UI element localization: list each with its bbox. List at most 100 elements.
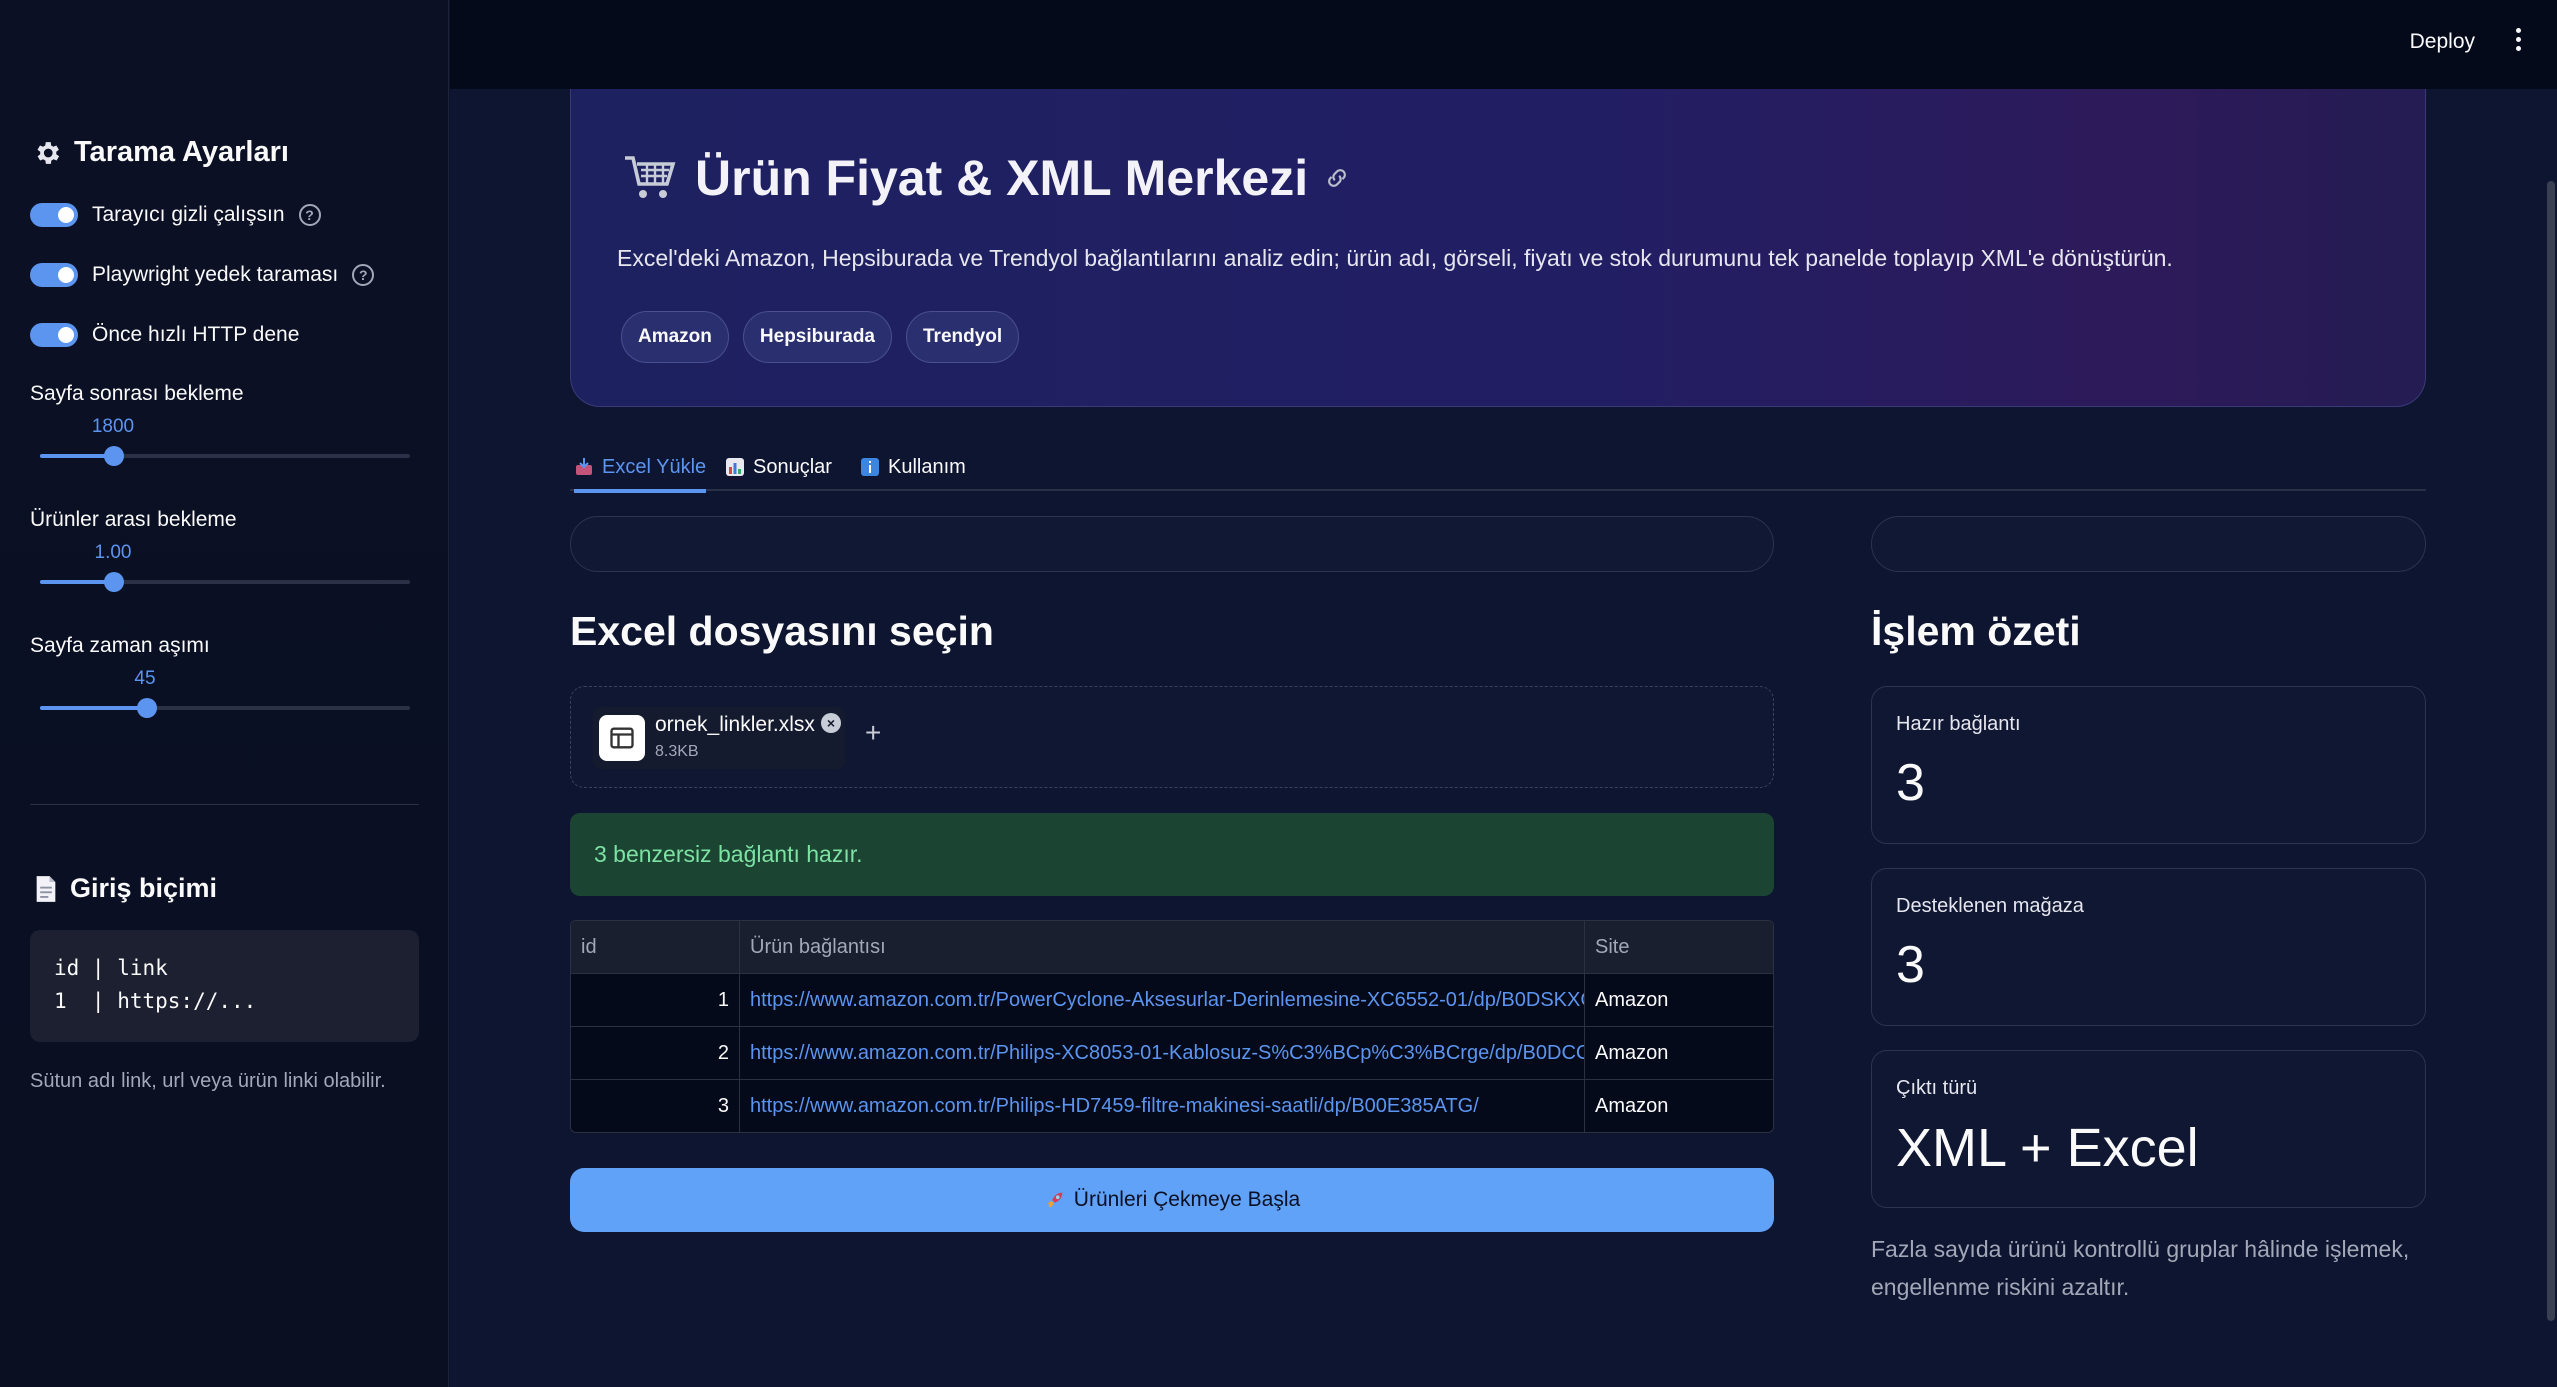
left-placeholder-box: [570, 516, 1774, 572]
format-title-text: Giriş biçimi: [70, 873, 218, 903]
table-row: 2 https://www.amazon.com.tr/Philips-XC80…: [571, 1027, 1773, 1080]
slider-value: 1.00: [94, 542, 132, 563]
store-chips: Amazon Hepsiburada Trendyol: [621, 311, 1020, 363]
toggle-http-first[interactable]: Önce hızlı HTTP dene: [30, 323, 299, 347]
slider-track[interactable]: [40, 446, 410, 466]
slider-thumb[interactable]: [137, 698, 158, 718]
tab-results[interactable]: Sonuçlar: [725, 445, 832, 489]
slider-thumb[interactable]: [104, 572, 124, 592]
cell-id[interactable]: 2: [571, 1027, 740, 1080]
format-note: Sütun adı link, url veya ürün linki olab…: [30, 1070, 386, 1092]
slider-value: 1800: [91, 416, 135, 437]
cell-site[interactable]: Amazon: [1585, 1080, 1773, 1132]
toggle-switch[interactable]: [30, 323, 78, 347]
tab-label: Kullanım: [888, 455, 966, 478]
hero-banner: Ürün Fiyat & XML Merkezi Excel'deki Amaz…: [570, 89, 2426, 407]
slider-thumb[interactable]: [104, 446, 124, 466]
cell-id[interactable]: 3: [571, 1080, 740, 1132]
info-icon: [861, 458, 879, 476]
help-icon[interactable]: ?: [298, 204, 321, 226]
sidebar-divider: [30, 804, 419, 805]
cell-id[interactable]: 1: [571, 974, 740, 1027]
main-menu-icon[interactable]: [2516, 28, 2521, 51]
gear-icon: [37, 141, 60, 164]
slider-value: 45: [134, 668, 156, 689]
cell-link[interactable]: https://www.amazon.com.tr/PowerCyclone-A…: [740, 974, 1585, 1027]
slider-track[interactable]: [40, 698, 410, 718]
page-title: Ürün Fiyat & XML Merkezi: [623, 149, 1350, 207]
start-button-label: Ürünleri Çekmeye Başla: [1073, 1188, 1301, 1211]
slider-fill: [40, 580, 114, 584]
slider-track[interactable]: [40, 572, 410, 592]
tab-label: Sonuçlar: [753, 455, 832, 478]
remove-file-icon[interactable]: ×: [821, 713, 841, 733]
tab-excel-upload[interactable]: Excel Yükle: [574, 445, 707, 493]
slider-label: Sayfa sonrası bekleme: [30, 382, 244, 405]
slider-fill: [40, 454, 114, 458]
sidebar: Tarama Ayarları Tarayıcı gizli çalışsın …: [0, 0, 449, 1387]
stat-value: 3: [1896, 936, 1925, 994]
spreadsheet-icon: [599, 715, 645, 761]
top-bar: Deploy: [450, 0, 2557, 89]
uploaded-file: ornek_linkler.xlsx 8.3KB ×: [593, 707, 845, 769]
slider-page-wait: Sayfa sonrası bekleme 1800: [30, 382, 410, 466]
format-title: Giriş biçimi: [34, 873, 217, 904]
column-header-id[interactable]: id: [571, 921, 740, 974]
table-header: id Ürün bağlantısı Site: [571, 921, 1773, 974]
format-code-block: id | link 1 | https://...: [30, 930, 419, 1042]
chip-hepsiburada: Hepsiburada: [742, 311, 892, 363]
chip-amazon: Amazon: [621, 311, 729, 363]
scrollbar[interactable]: [2547, 181, 2555, 1321]
chip-trendyol: Trendyol: [906, 311, 1020, 363]
cell-site[interactable]: Amazon: [1585, 1027, 1773, 1080]
stat-label: Desteklenen mağaza: [1896, 895, 2084, 917]
stat-card-supported-stores: Desteklenen mağaza 3: [1871, 868, 2426, 1026]
deploy-button[interactable]: Deploy: [2410, 30, 2475, 54]
start-scraping-button[interactable]: Ürünleri Çekmeye Başla: [570, 1168, 1774, 1232]
success-alert: 3 benzersiz bağlantı hazır.: [570, 813, 1774, 896]
toggle-switch[interactable]: [30, 203, 78, 227]
slider-timeout: Sayfa zaman aşımı 45: [30, 634, 410, 718]
file-size: 8.3KB: [655, 743, 699, 760]
slider-label: Ürünler arası bekleme: [30, 508, 237, 531]
tab-label: Excel Yükle: [602, 455, 707, 478]
document-icon: [36, 875, 56, 902]
settings-title: Tarama Ayarları: [32, 136, 289, 169]
toggle-label: Önce hızlı HTTP dene: [92, 323, 300, 346]
hero-description: Excel'deki Amazon, Hepsiburada ve Trendy…: [617, 245, 2173, 271]
column-header-site[interactable]: Site: [1585, 921, 1773, 974]
settings-title-text: Tarama Ayarları: [74, 136, 289, 168]
stat-label: Hazır bağlantı: [1896, 713, 2021, 735]
inbox-tray-icon: [576, 458, 592, 475]
table-row: 1 https://www.amazon.com.tr/PowerCyclone…: [571, 974, 1773, 1027]
tab-usage[interactable]: Kullanım: [860, 445, 966, 489]
bar-chart-icon: [726, 458, 744, 476]
toggle-headless[interactable]: Tarayıcı gizli çalışsın ?: [30, 203, 321, 227]
upload-heading: Excel dosyasını seçin: [570, 608, 994, 654]
toggle-switch[interactable]: [30, 263, 78, 287]
page-title-text: Ürün Fiyat & XML Merkezi: [695, 150, 1309, 206]
toggle-playwright[interactable]: Playwright yedek taraması ?: [30, 263, 375, 287]
links-table: id Ürün bağlantısı Site 1 https://www.am…: [570, 920, 1774, 1133]
slider-fill: [40, 706, 148, 710]
help-icon[interactable]: ?: [352, 264, 375, 286]
table-row: 3 https://www.amazon.com.tr/Philips-HD74…: [571, 1080, 1773, 1132]
toggle-label: Playwright yedek taraması: [92, 263, 339, 286]
file-name: ornek_linkler.xlsx: [655, 713, 815, 736]
stat-card-ready-links: Hazır bağlantı 3: [1871, 686, 2426, 844]
summary-heading: İşlem özeti: [1871, 608, 2081, 654]
stat-card-output-type: Çıktı türü XML + Excel: [1871, 1050, 2426, 1208]
summary-note: Fazla sayıda ürünü kontrollü gruplar hâl…: [1871, 1236, 2410, 1300]
stat-value: 3: [1896, 754, 1925, 812]
cell-site[interactable]: Amazon: [1585, 974, 1773, 1027]
tab-bar: Excel Yükle Sonuçlar Kullanım: [570, 443, 2426, 493]
add-file-icon[interactable]: +: [865, 717, 881, 749]
stat-label: Çıktı türü: [1896, 1077, 1978, 1099]
right-placeholder-box: [1871, 516, 2426, 572]
column-header-link[interactable]: Ürün bağlantısı: [740, 921, 1585, 974]
link-icon[interactable]: [1324, 165, 1350, 191]
cell-link[interactable]: https://www.amazon.com.tr/Philips-XC8053…: [740, 1027, 1585, 1080]
stat-value: XML + Excel: [1896, 1118, 2199, 1178]
file-uploader[interactable]: ornek_linkler.xlsx 8.3KB × +: [570, 686, 1774, 788]
cell-link[interactable]: https://www.amazon.com.tr/Philips-HD7459…: [740, 1080, 1585, 1132]
